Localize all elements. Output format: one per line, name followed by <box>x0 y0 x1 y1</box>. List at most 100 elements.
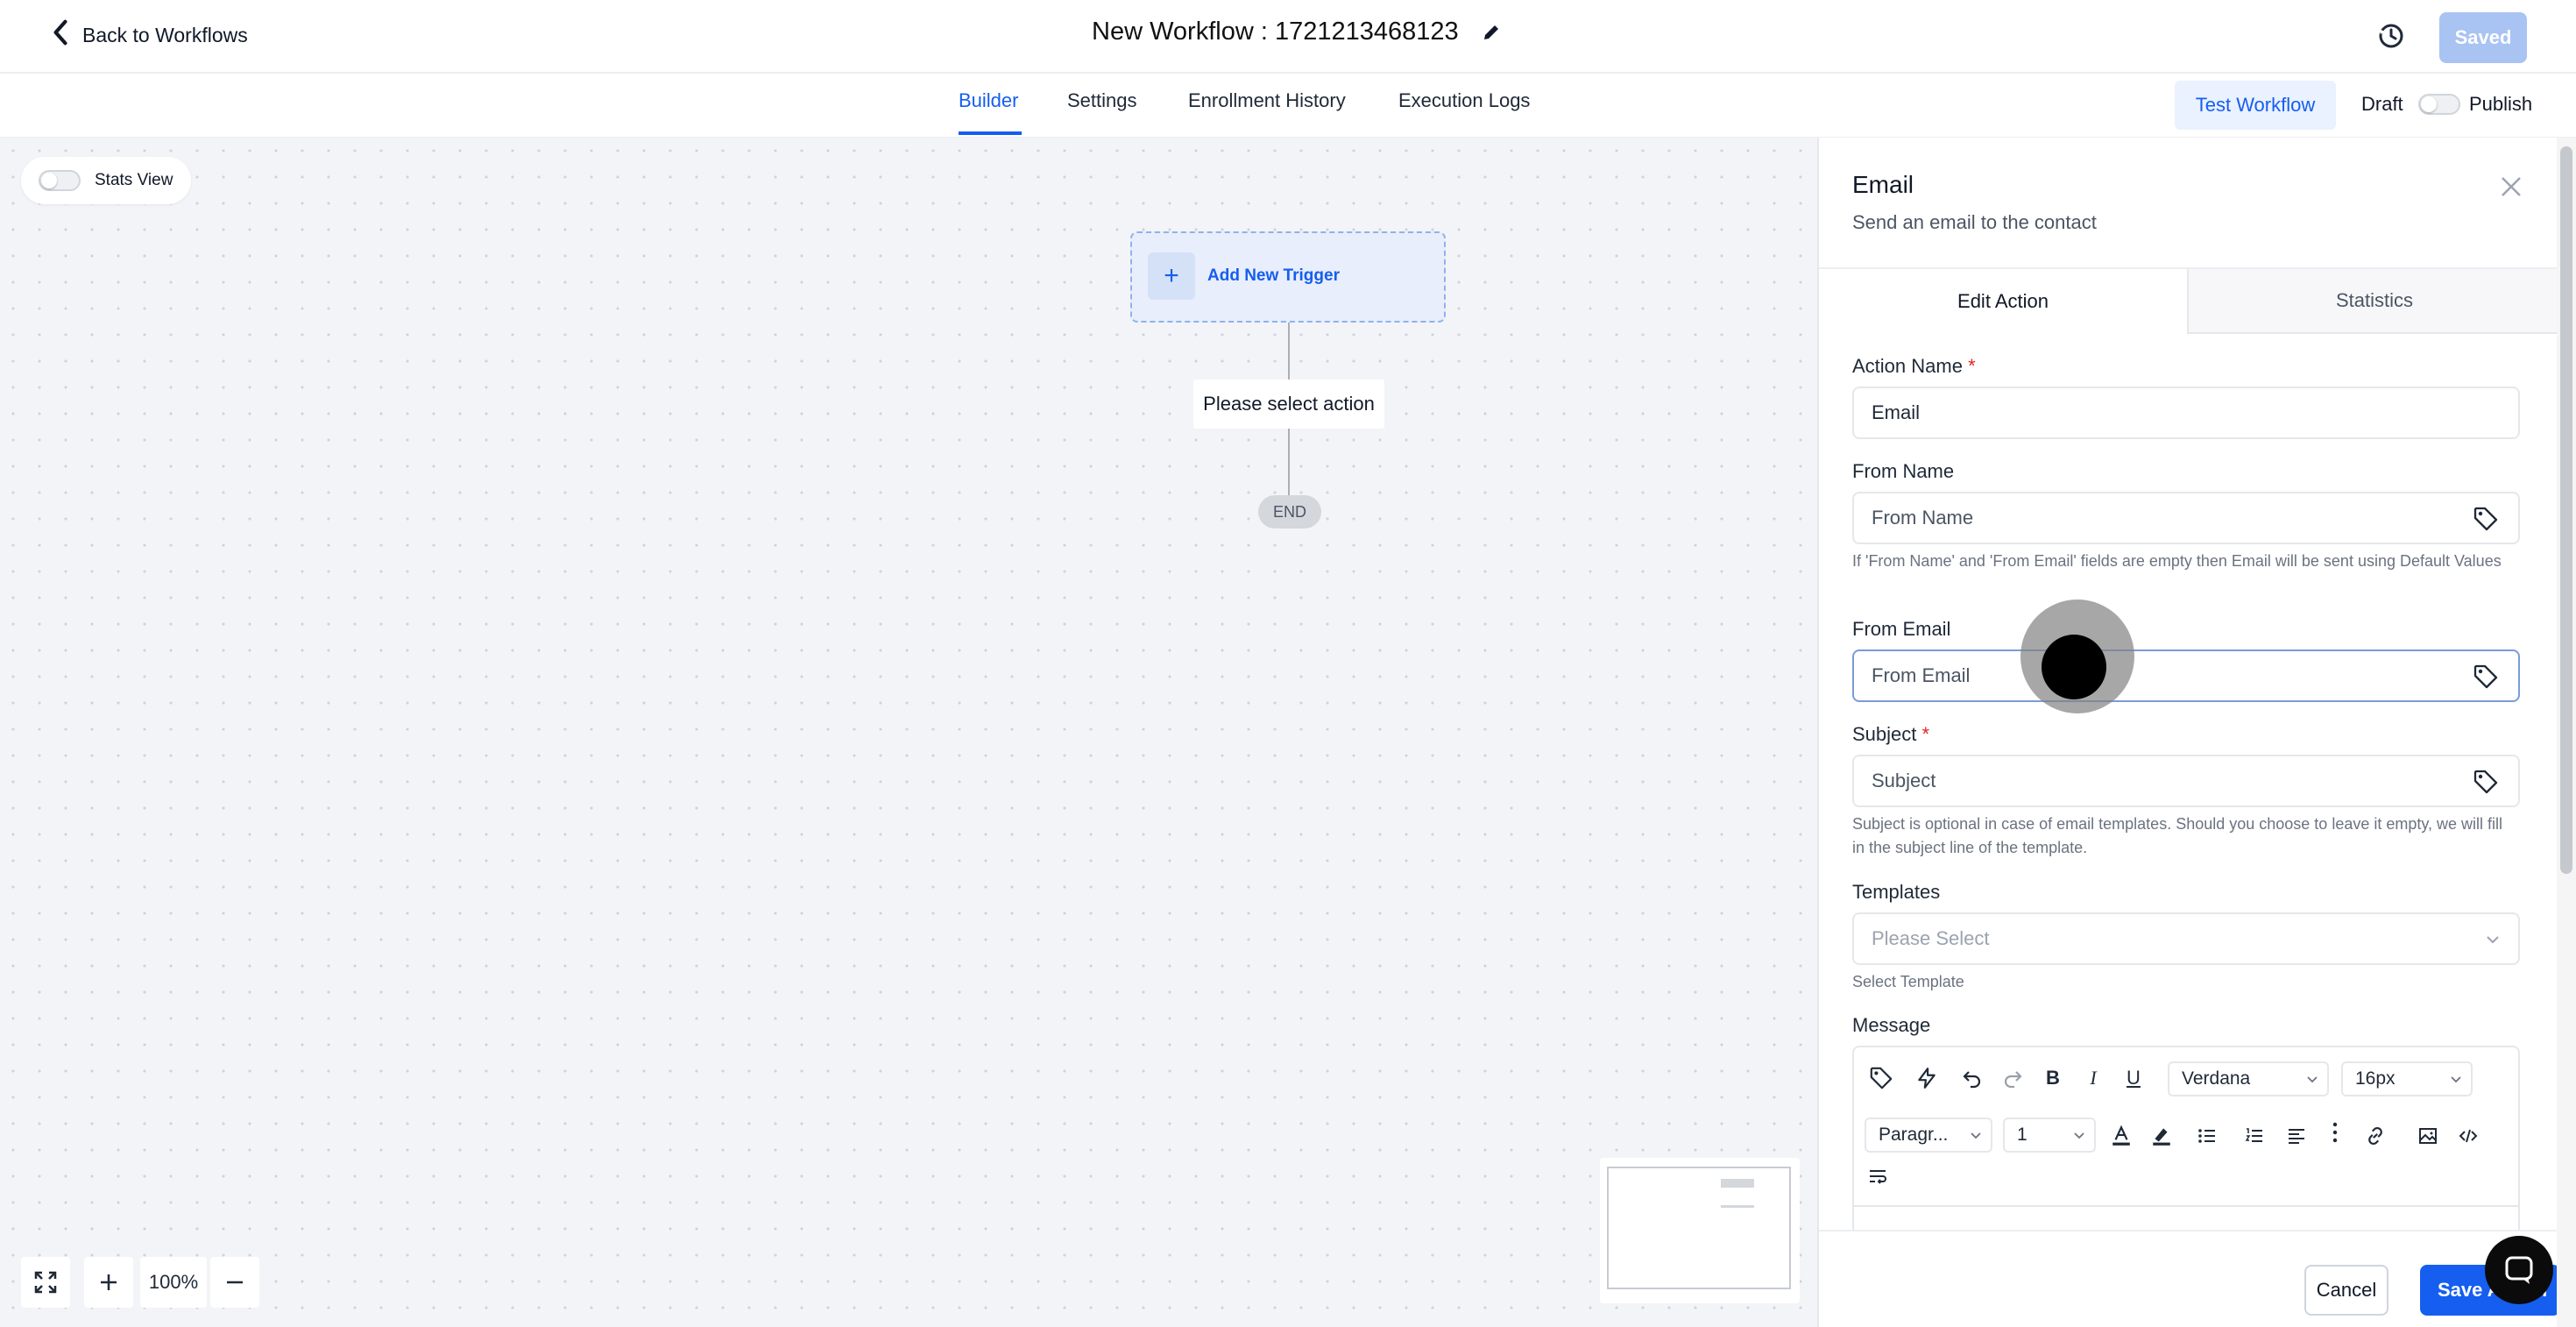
publish-toggle[interactable] <box>2418 94 2460 115</box>
workflow-canvas[interactable]: Stats View + Add New Trigger Please sele… <box>0 138 1817 1327</box>
minimap-viewport <box>1607 1167 1791 1289</box>
tab-settings[interactable]: Settings <box>1067 89 1137 112</box>
block-format-select[interactable]: Paragr... <box>1865 1118 1992 1153</box>
from-name-label: From Name <box>1852 460 1955 482</box>
format-clear-icon[interactable] <box>1865 1163 1891 1189</box>
chat-icon[interactable] <box>2485 1236 2553 1304</box>
active-tab-indicator <box>959 131 1022 135</box>
bullet-list-icon[interactable] <box>2194 1123 2220 1149</box>
from-email-label: From Email <box>1852 618 1951 640</box>
tab-edit-action[interactable]: Edit Action <box>1819 269 2187 334</box>
stats-view-toggle[interactable] <box>39 170 81 191</box>
highlight-icon[interactable] <box>2148 1123 2175 1149</box>
fullscreen-icon[interactable] <box>21 1257 70 1308</box>
bold-icon[interactable]: B <box>2040 1065 2066 1091</box>
templates-label: Templates <box>1852 881 1941 903</box>
tab-builder[interactable]: Builder <box>959 89 1018 112</box>
minimap[interactable] <box>1600 1158 1800 1303</box>
back-to-workflows-link[interactable]: Back to Workflows <box>49 19 248 51</box>
tag-icon[interactable] <box>2473 506 2499 532</box>
subject-hint: Subject is optional in case of email tem… <box>1852 815 2503 856</box>
plus-icon <box>101 1274 117 1290</box>
click-indicator-dot <box>2042 635 2106 699</box>
italic-icon[interactable]: I <box>2080 1065 2106 1091</box>
chevron-down-icon <box>2451 1076 2461 1083</box>
panel-subtitle: Send an email to the contact <box>1852 211 2097 233</box>
from-name-hint: If 'From Name' and 'From Email' fields a… <box>1852 552 2502 570</box>
connector-line <box>1288 323 1290 380</box>
font-size-select[interactable]: 16px <box>2341 1061 2473 1096</box>
subject-label-text: Subject <box>1852 723 1917 745</box>
chevron-down-icon <box>2485 932 2501 947</box>
more-icon[interactable] <box>2322 1119 2348 1146</box>
publish-label: Publish <box>2469 93 2533 115</box>
connector-line <box>1288 429 1290 495</box>
draft-label: Draft <box>2361 93 2403 115</box>
close-icon[interactable] <box>2497 173 2525 201</box>
pencil-icon[interactable] <box>1482 23 1501 42</box>
font-family-select[interactable]: Verdana <box>2168 1061 2329 1096</box>
tab-statistics[interactable]: Statistics <box>2187 269 2560 334</box>
end-node: END <box>1258 495 1321 529</box>
subject-field[interactable]: Subject <box>1852 755 2520 807</box>
workflow-tabs-bar: Builder Settings Enrollment History Exec… <box>0 74 2576 138</box>
chevron-down-icon <box>2074 1132 2084 1139</box>
tab-execution-logs[interactable]: Execution Logs <box>1398 89 1530 112</box>
zoom-out-button[interactable] <box>210 1257 259 1308</box>
templates-placeholder: Please Select <box>1872 927 1990 949</box>
cancel-button[interactable]: Cancel <box>2304 1265 2388 1316</box>
panel-title: Email <box>1852 171 1914 198</box>
lightning-icon[interactable] <box>1914 1065 1940 1091</box>
tab-enrollment-history[interactable]: Enrollment History <box>1188 89 1346 112</box>
email-action-panel: Email Send an email to the contact Edit … <box>1817 138 2560 1327</box>
subject-placeholder: Subject <box>1872 770 1936 791</box>
tag-icon[interactable] <box>2473 769 2499 795</box>
link-icon[interactable] <box>2362 1123 2388 1149</box>
minimap-node <box>1721 1205 1754 1208</box>
tag-icon[interactable] <box>1868 1065 1894 1091</box>
minimap-node <box>1721 1179 1754 1188</box>
numbered-list-icon[interactable] <box>2241 1123 2268 1149</box>
action-name-label-text: Action Name <box>1852 355 1963 377</box>
image-icon[interactable] <box>2415 1123 2441 1149</box>
scrollbar-thumb[interactable] <box>2560 146 2572 874</box>
redo-icon[interactable] <box>1999 1065 2026 1091</box>
divider <box>1854 1205 2518 1207</box>
tag-icon[interactable] <box>2473 664 2499 690</box>
from-name-field[interactable]: From Name <box>1852 492 2520 544</box>
chevron-left-icon <box>49 19 72 51</box>
select-action-node[interactable]: Please select action <box>1193 380 1384 429</box>
templates-select[interactable]: Please Select <box>1852 912 2520 965</box>
zoom-level: 100% <box>140 1257 207 1308</box>
line-height-select[interactable]: 1 <box>2003 1118 2096 1153</box>
panel-scrollbar[interactable] <box>2557 138 2576 1327</box>
underline-icon[interactable]: U <box>2120 1065 2147 1091</box>
message-label: Message <box>1852 1014 1931 1036</box>
from-email-field[interactable]: From Email <box>1852 649 2520 702</box>
subject-label: Subject * <box>1852 723 1929 746</box>
action-name-value: Email <box>1872 401 1921 423</box>
top-bar: Back to Workflows New Workflow : 1721213… <box>0 0 2576 74</box>
action-name-label: Action Name * <box>1852 355 1976 378</box>
test-workflow-button[interactable]: Test Workflow <box>2175 81 2336 130</box>
action-name-field[interactable]: Email <box>1852 387 2520 439</box>
back-label: Back to Workflows <box>82 23 248 46</box>
from-name-placeholder: From Name <box>1872 507 1974 529</box>
undo-icon[interactable] <box>1959 1065 1985 1091</box>
add-new-trigger-node[interactable]: + Add New Trigger <box>1130 231 1446 323</box>
history-icon[interactable] <box>2376 21 2406 51</box>
code-icon[interactable] <box>2455 1123 2481 1149</box>
required-mark: * <box>1968 355 1976 377</box>
text-color-icon[interactable] <box>2108 1123 2134 1149</box>
saved-button[interactable]: Saved <box>2439 12 2527 63</box>
panel-footer: Cancel Save Action <box>1819 1230 2560 1327</box>
trigger-label: Add New Trigger <box>1207 266 1340 285</box>
font-size-value: 16px <box>2355 1068 2396 1089</box>
workflow-title: New Workflow : 1721213468123 <box>1092 18 1459 46</box>
chevron-down-icon <box>2307 1076 2318 1083</box>
align-icon[interactable] <box>2283 1123 2310 1149</box>
stats-view-control: Stats View <box>21 157 191 204</box>
from-email-placeholder: From Email <box>1872 664 1971 686</box>
font-family-value: Verdana <box>2182 1068 2251 1089</box>
zoom-in-button[interactable] <box>84 1257 133 1308</box>
